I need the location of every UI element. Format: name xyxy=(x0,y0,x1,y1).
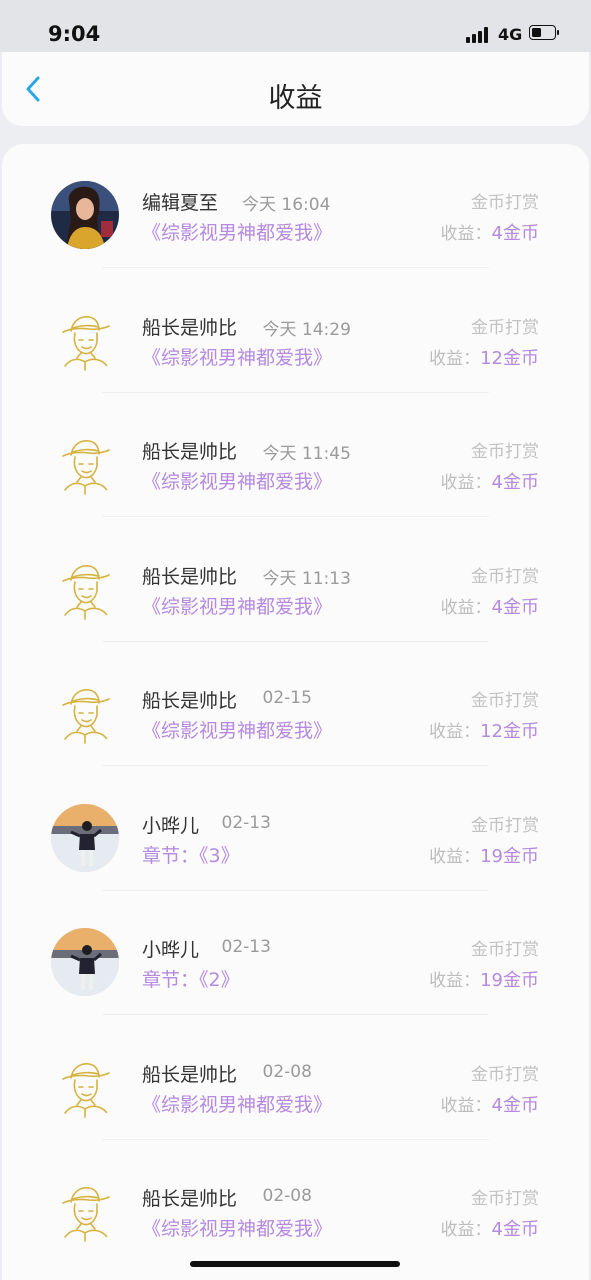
avatar[interactable] xyxy=(51,1177,119,1245)
network-label: 4G xyxy=(498,25,523,44)
earnings-value: 12金币 xyxy=(480,721,539,742)
nav-bar: 收益 xyxy=(2,52,589,126)
avatar[interactable] xyxy=(51,679,119,747)
earnings: 收益：4金币 xyxy=(441,219,539,245)
list-item[interactable]: 船长是帅比 今天 14:29 《综影视男神都爱我》 金币打赏收益：12金币 xyxy=(2,269,589,393)
list-item[interactable]: 船长是帅比 02-08 《综影视男神都爱我》 金币打赏收益：4金币 xyxy=(2,1140,589,1264)
earnings-label: 收益： xyxy=(440,473,492,493)
earnings-value: 4金币 xyxy=(491,596,539,618)
earnings-list: 编辑夏至 今天 16:04 《综影视男神都爱我》 金币打赏 收益：4金币 船长是帅比 今天 … xyxy=(2,144,589,1280)
reward-type: 金币打赏 xyxy=(471,566,539,587)
battery-icon xyxy=(529,25,559,42)
list-item[interactable]: 小晔儿 02-13 章节：《3》 金币打赏收益：19金币 xyxy=(2,767,589,891)
earnings: 收益：12金币 xyxy=(429,344,539,370)
list-item[interactable]: 编辑夏至 今天 16:04 《综影视男神都爱我》 金币打赏收益：4金币 xyxy=(2,144,589,268)
reward-type: 金币打赏 xyxy=(471,317,539,338)
earnings-value: 19金币 xyxy=(480,845,539,867)
page-title: 收益 xyxy=(268,83,323,114)
user-name: 编辑夏至 xyxy=(142,192,219,214)
reward-type: 金币打赏 xyxy=(471,1064,539,1085)
earnings-value: 4金币 xyxy=(491,472,539,493)
record-time: 今天 14:29 xyxy=(262,319,351,340)
reward-type: 金币打赏 xyxy=(471,442,539,462)
earnings: 收益：19金币 xyxy=(429,842,539,868)
user-name: 船长是帅比 xyxy=(142,1063,238,1086)
avatar[interactable] xyxy=(51,181,119,249)
earnings-label: 收益： xyxy=(440,1220,492,1240)
record-time: 02-13 xyxy=(221,812,271,833)
earnings-label: 收益： xyxy=(440,597,492,618)
record-time: 今天 11:45 xyxy=(262,444,351,464)
status-time: 9:04 xyxy=(48,22,101,46)
list-item[interactable]: 船长是帅比 今天 11:13 《综影视男神都爱我》 金币打赏收益：4金币 xyxy=(2,518,589,642)
list-item[interactable]: 船长是帅比 今天 11:45 《综影视男神都爱我》 金币打赏收益：4金币 xyxy=(2,393,589,517)
earnings-value: 19金币 xyxy=(480,970,539,991)
avatar[interactable] xyxy=(51,555,119,623)
work-title: 章节：《3》 xyxy=(142,844,240,867)
work-title: 《综影视男神都爱我》 xyxy=(142,346,333,369)
avatar[interactable] xyxy=(51,804,119,872)
earnings-label: 收益： xyxy=(429,722,481,742)
work-title: 《综影视男神都爱我》 xyxy=(142,471,333,493)
reward-type: 金币打赏 xyxy=(471,940,539,960)
record-time: 今天 11:13 xyxy=(262,568,351,589)
earnings-value: 4金币 xyxy=(491,1094,539,1116)
reward-type: 金币打赏 xyxy=(471,1189,539,1209)
list-item[interactable]: 船长是帅比 02-15 《综影视男神都爱我》 金币打赏收益：12金币 xyxy=(2,642,589,766)
earnings-label: 收益： xyxy=(440,224,492,244)
record-time: 今天 16:04 xyxy=(242,195,331,215)
earnings: 收益：4金币 xyxy=(441,1215,539,1241)
earnings: 收益：19金币 xyxy=(429,966,539,992)
record-time: 02-15 xyxy=(262,688,312,708)
user-name: 船长是帅比 xyxy=(142,565,238,588)
home-indicator[interactable] xyxy=(190,1261,400,1267)
avatar[interactable] xyxy=(51,1053,119,1121)
signal-icon xyxy=(466,27,492,43)
earnings-label: 收益： xyxy=(429,971,481,991)
work-title: 章节：《2》 xyxy=(142,969,240,991)
earnings: 收益：4金币 xyxy=(441,1091,539,1117)
status-bar: 9:04 4G xyxy=(0,0,591,52)
work-title: 《综影视男神都爱我》 xyxy=(142,720,333,742)
user-name: 船长是帅比 xyxy=(142,441,238,463)
user-name: 船长是帅比 xyxy=(142,1188,238,1210)
avatar[interactable] xyxy=(51,430,119,498)
earnings: 收益：4金币 xyxy=(441,593,539,619)
earnings-value: 12金币 xyxy=(480,347,539,369)
work-title: 《综影视男神都爱我》 xyxy=(142,595,333,618)
record-time: 02-08 xyxy=(262,1186,312,1206)
record-time: 02-13 xyxy=(221,937,271,957)
earnings: 收益：12金币 xyxy=(429,717,539,743)
record-time: 02-08 xyxy=(262,1061,312,1082)
earnings: 收益：4金币 xyxy=(441,468,539,494)
list-item[interactable]: 小晔儿 02-13 章节：《2》 金币打赏收益：19金币 xyxy=(2,891,589,1015)
reward-type: 金币打赏 xyxy=(471,691,539,711)
avatar[interactable] xyxy=(51,928,119,996)
earnings-value: 4金币 xyxy=(491,1219,539,1240)
user-name: 小晔儿 xyxy=(142,814,200,837)
reward-type: 金币打赏 xyxy=(471,193,539,213)
work-title: 《综影视男神都爱我》 xyxy=(142,1093,333,1116)
user-name: 船长是帅比 xyxy=(142,316,238,339)
reward-type: 金币打赏 xyxy=(471,815,539,836)
user-name: 船长是帅比 xyxy=(142,690,238,712)
work-title: 《综影视男神都爱我》 xyxy=(142,1218,333,1240)
earnings-label: 收益： xyxy=(429,846,481,867)
user-name: 小晔儿 xyxy=(142,939,200,961)
list-item[interactable]: 船长是帅比 02-08 《综影视男神都爱我》 金币打赏收益：4金币 xyxy=(2,1016,589,1140)
work-title: 《综影视男神都爱我》 xyxy=(142,222,333,244)
avatar[interactable] xyxy=(51,306,119,374)
earnings-label: 收益： xyxy=(429,348,481,369)
earnings-label: 收益： xyxy=(440,1095,492,1116)
earnings-value: 4金币 xyxy=(491,223,539,244)
